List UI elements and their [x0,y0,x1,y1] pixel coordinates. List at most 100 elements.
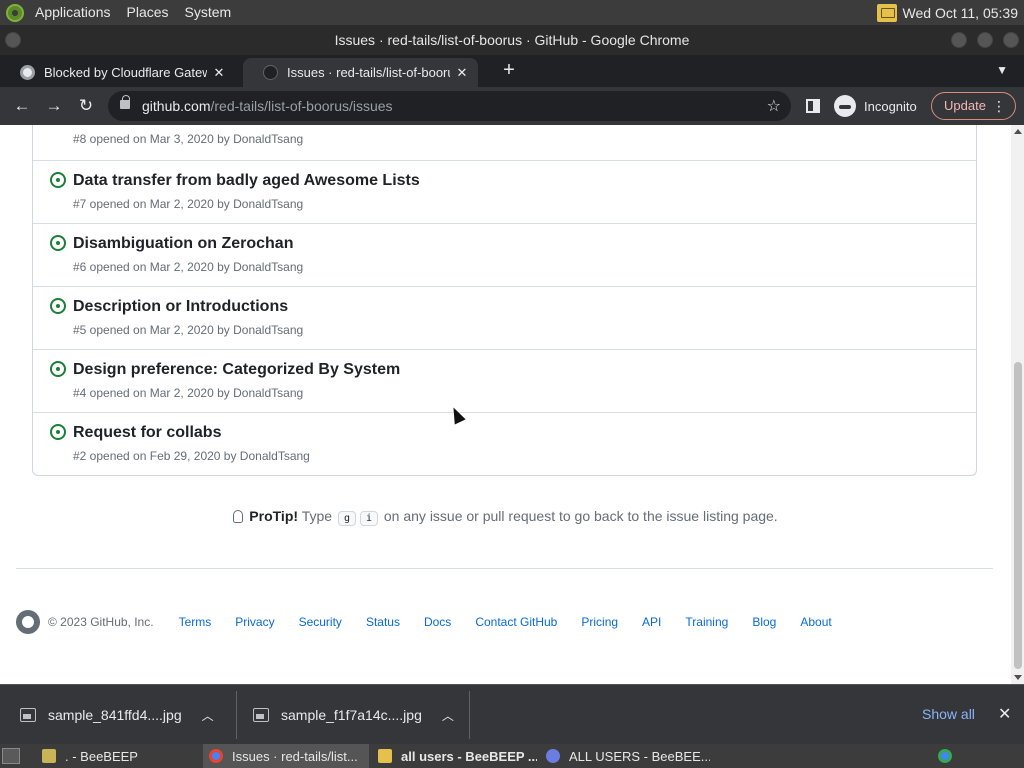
issue-title-link[interactable]: Design preference: Categorized By System [73,361,400,379]
chat-icon [378,749,392,763]
open-issue-icon [50,235,66,251]
tab-search-chevron-icon[interactable]: ▼ [996,63,1008,77]
tab-label: Issues · red-tails/list-of-booru [287,65,450,80]
issue-row: #8 opened on Mar 3, 2020 by DonaldTsang [33,125,976,160]
side-panel-icon[interactable] [806,99,820,113]
minimize-window-button[interactable] [951,32,967,48]
new-tab-button[interactable]: + [498,59,520,81]
protip-text: Type [301,508,333,524]
top-panel: Applications Places System Wed Oct 11, 0… [0,0,1024,25]
url-text[interactable]: github.com/red-tails/list-of-boorus/issu… [142,91,393,121]
footer-links: Terms Privacy Security Status Docs Conta… [179,615,856,629]
download-divider [469,691,470,739]
show-all-downloads-link[interactable]: Show all [922,706,975,722]
network-icon [546,749,560,763]
applications-menu[interactable]: Applications [27,0,119,25]
chevron-up-icon[interactable]: ︿ [202,707,214,724]
browser-toolbar: ← → ↻ github.com/red-tails/list-of-booru… [0,87,1024,125]
close-tab-icon[interactable]: ✕ [454,65,470,81]
footer-link-training[interactable]: Training [685,615,728,629]
task-label: Issues · red-tails/list... [232,748,358,764]
close-window-button[interactable] [1003,32,1019,48]
task-label: all users - BeeBEEP ... [401,748,537,764]
page-scrollbar[interactable] [1011,125,1024,684]
close-tab-icon[interactable]: ✕ [211,65,227,81]
bee-icon [42,749,56,763]
protip-text: on any issue or pull request to go back … [383,508,778,524]
taskbar-item-beebeep[interactable]: . - BeeBEEP [36,744,201,768]
places-menu[interactable]: Places [119,0,177,25]
chevron-up-icon[interactable]: ︿ [442,707,454,724]
update-button[interactable]: Update ⋮ [931,92,1016,120]
footer-divider [16,568,993,569]
kebab-menu-icon[interactable]: ⋮ [992,93,1006,119]
download-shelf: sample_841ffd4....jpg ︿ sample_f1f7a14c.… [0,684,1024,744]
scroll-up-icon[interactable] [1014,129,1022,134]
footer-link-contact[interactable]: Contact GitHub [475,615,557,629]
download-divider [236,691,237,739]
tab-github-issues[interactable]: Issues · red-tails/list-of-booru ✕ [243,58,478,87]
download-filename: sample_841ffd4....jpg [48,707,182,723]
footer-link-pricing[interactable]: Pricing [581,615,618,629]
lock-icon[interactable] [120,95,130,109]
taskbar-chrome-launcher[interactable] [936,744,958,768]
address-bar[interactable]: github.com/red-tails/list-of-boorus/issu… [108,91,791,121]
panel-tray: Wed Oct 11, 05:39 [876,3,1024,22]
scrollbar-thumb[interactable] [1014,362,1022,669]
protip-label: ProTip! [249,508,299,524]
taskbar-item-all-users-chat[interactable]: ALL USERS - BeeBEE... [540,744,710,768]
task-label: . - BeeBEEP [65,748,138,764]
update-label: Update [944,98,986,113]
system-menu[interactable]: System [177,0,240,25]
tab-cloudflare-blocked[interactable]: Blocked by Cloudflare Gatewa ✕ [0,58,235,87]
footer-link-status[interactable]: Status [366,615,400,629]
incognito-icon [834,95,856,117]
close-shelf-icon[interactable]: ✕ [998,704,1011,724]
issue-title-link[interactable]: Data transfer from badly aged Awesome Li… [73,172,420,190]
kbd-i: i [359,511,378,526]
download-item[interactable]: sample_f1f7a14c....jpg ︿ [253,685,454,745]
window-menu-icon[interactable] [5,32,21,48]
issue-list: #8 opened on Mar 3, 2020 by DonaldTsang … [32,125,977,476]
bookmark-star-icon[interactable]: ☆ [767,96,781,116]
issue-row: Request for collabs #2 opened on Feb 29,… [33,412,976,475]
issue-meta: #4 opened on Mar 2, 2020 by DonaldTsang [73,386,304,400]
maximize-window-button[interactable] [977,32,993,48]
footer-link-docs[interactable]: Docs [424,615,451,629]
distro-logo-icon[interactable] [6,3,24,22]
forward-button[interactable]: → [43,95,65,117]
footer-link-api[interactable]: API [642,615,661,629]
footer-link-blog[interactable]: Blog [752,615,776,629]
task-label: ALL USERS - BeeBEE... [569,748,710,764]
footer-link-privacy[interactable]: Privacy [235,615,274,629]
issue-title-link[interactable]: Description or Introductions [73,298,288,316]
show-desktop-icon[interactable] [2,748,20,764]
footer-link-security[interactable]: Security [299,615,342,629]
site-footer: © 2023 GitHub, Inc. Terms Privacy Securi… [16,610,993,634]
window-title-bar: Issues · red-tails/list-of-boorus · GitH… [0,25,1024,55]
scroll-down-icon[interactable] [1014,675,1022,680]
image-file-icon [20,708,36,722]
issue-row: Design preference: Categorized By System… [33,349,976,412]
tab-label: Blocked by Cloudflare Gatewa [44,65,207,80]
github-favicon-icon [263,65,278,80]
taskbar-item-chrome[interactable]: Issues · red-tails/list... [203,744,369,768]
kbd-g: g [337,511,356,526]
download-item[interactable]: sample_841ffd4....jpg ︿ [20,685,214,745]
issue-title-link[interactable]: Request for collabs [73,424,221,442]
open-issue-icon [50,298,66,314]
footer-link-terms[interactable]: Terms [179,615,212,629]
issue-title-link[interactable]: Disambiguation on Zerochan [73,235,293,253]
incognito-indicator[interactable]: Incognito [834,95,917,117]
reload-button[interactable]: ↻ [75,95,97,117]
image-file-icon [253,708,269,722]
footer-link-about[interactable]: About [800,615,831,629]
beebeep-tray-icon[interactable] [876,3,897,22]
back-button[interactable]: ← [11,95,33,117]
issue-meta: #2 opened on Feb 29, 2020 by DonaldTsang [73,449,310,463]
taskbar-item-all-users[interactable]: all users - BeeBEEP ... [372,744,537,768]
issue-meta: #8 opened on Mar 3, 2020 by DonaldTsang [73,132,304,146]
open-issue-icon [50,172,66,188]
clock[interactable]: Wed Oct 11, 05:39 [903,5,1018,21]
github-mark-icon[interactable] [16,610,40,634]
